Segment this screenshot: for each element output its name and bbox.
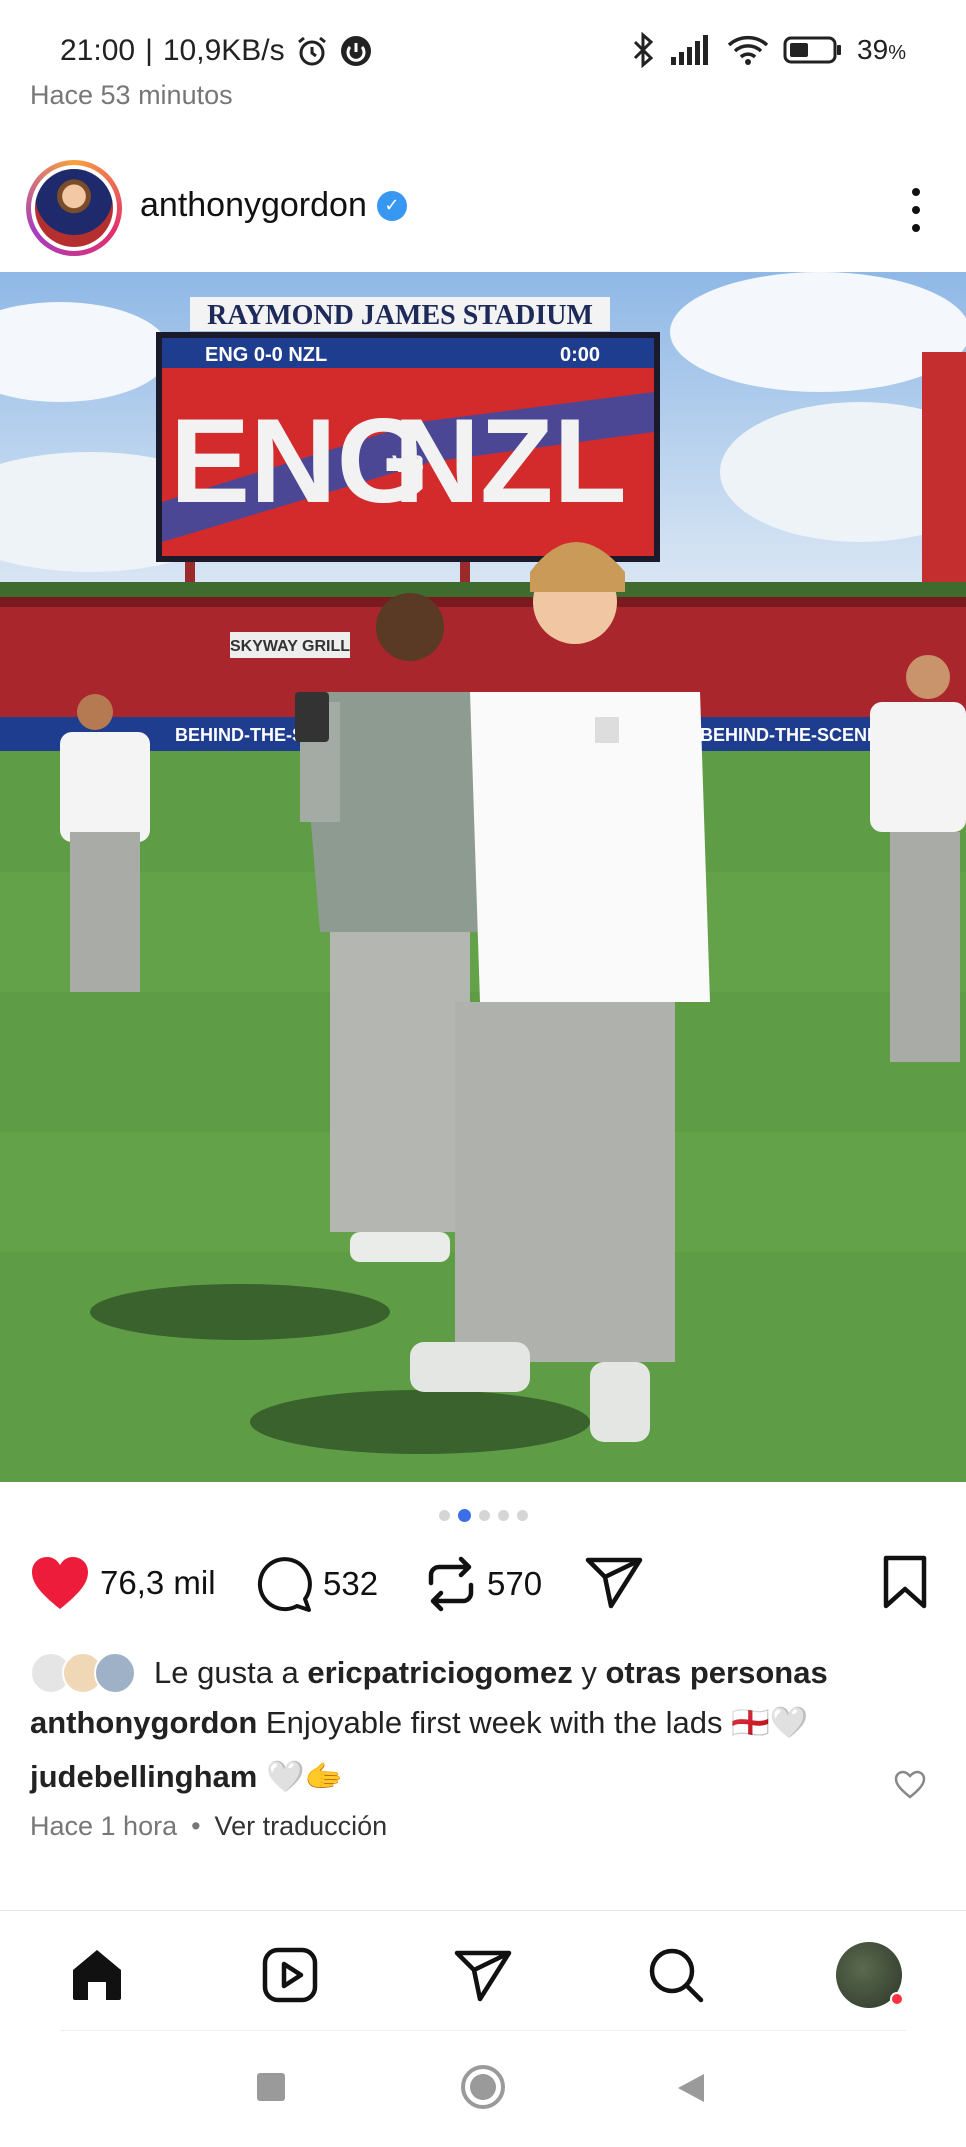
post-author[interactable]: anthonygordon ✓ bbox=[140, 186, 407, 225]
avatar-image bbox=[35, 169, 113, 247]
caption-text: Enjoyable first week with the lads 🏴󠁧󠁢󠁥󠁮… bbox=[257, 1705, 809, 1740]
more-options-icon[interactable] bbox=[906, 188, 926, 232]
search-icon[interactable] bbox=[647, 1946, 705, 2004]
caption-username[interactable]: anthonygordon bbox=[30, 1705, 257, 1740]
comment-icon[interactable] bbox=[255, 1555, 313, 1613]
liked-by-conj: y bbox=[572, 1654, 606, 1690]
notification-dot bbox=[890, 1992, 904, 2006]
carousel-dot-2[interactable] bbox=[457, 1509, 471, 1522]
scoreboard-clock: 0:00 bbox=[560, 344, 600, 366]
heart-filled-icon[interactable] bbox=[30, 1555, 90, 1611]
post-author-avatar[interactable] bbox=[26, 160, 122, 256]
battery-percent: 39 bbox=[857, 34, 889, 65]
carousel-dot-3[interactable] bbox=[478, 1510, 490, 1521]
post-username[interactable]: anthonygordon bbox=[140, 186, 367, 225]
post-image[interactable]: RAYMOND JAMES STADIUM ENG 0-0 NZL 0:00 E… bbox=[0, 272, 966, 1482]
repost-action[interactable]: 570 bbox=[425, 1555, 542, 1613]
alarm-icon bbox=[297, 36, 326, 66]
status-time-group: 21:00 | 10,9KB/s bbox=[60, 34, 373, 68]
carousel-indicator[interactable] bbox=[0, 1509, 966, 1522]
back-icon[interactable] bbox=[676, 2072, 706, 2104]
carousel-dot-5[interactable] bbox=[516, 1510, 528, 1521]
comment-username[interactable]: judebellingham bbox=[30, 1759, 257, 1794]
like-action[interactable]: 76,3 mil bbox=[30, 1555, 216, 1611]
skyway-sign: SKYWAY GRILL bbox=[230, 638, 350, 655]
scoreboard-title: RAYMOND JAMES STADIUM bbox=[207, 300, 593, 331]
clock-time: 21:00 bbox=[60, 34, 136, 67]
status-icons: 39% bbox=[631, 32, 906, 68]
liked-by-line[interactable]: Le gusta a ericpatriciogomez y otras per… bbox=[30, 1650, 950, 1695]
save-action[interactable] bbox=[882, 1555, 928, 1609]
wifi-icon bbox=[727, 35, 769, 65]
liked-by-user[interactable]: ericpatriciogomez bbox=[307, 1655, 572, 1691]
post-photo-illustration: RAYMOND JAMES STADIUM ENG 0-0 NZL 0:00 E… bbox=[0, 272, 966, 1482]
scoreboard-away: NZL bbox=[393, 394, 626, 528]
send-icon[interactable] bbox=[585, 1555, 643, 1609]
comment-action[interactable]: 532 bbox=[255, 1555, 378, 1613]
post-caption: anthonygordon Enjoyable first week with … bbox=[30, 1695, 950, 1751]
home-icon[interactable] bbox=[68, 1946, 126, 2004]
liker-avatar bbox=[94, 1651, 136, 1694]
comment-text: 🤍🫱 bbox=[257, 1759, 344, 1794]
bluetooth-icon bbox=[633, 32, 654, 68]
translate-link[interactable]: Ver traducción bbox=[215, 1811, 388, 1842]
post-time: Hace 1 hora bbox=[30, 1811, 178, 1841]
post-header: anthonygordon ✓ bbox=[0, 160, 966, 270]
carousel-dot-4[interactable] bbox=[497, 1510, 509, 1521]
avatar-inner bbox=[31, 165, 117, 251]
home-button-icon[interactable] bbox=[460, 2064, 506, 2110]
bottom-nav-divider bbox=[0, 1910, 966, 1911]
comment-count[interactable]: 532 bbox=[323, 1565, 378, 1603]
signal-icon bbox=[671, 35, 709, 65]
status-bar: 21:00 | 10,9KB/s 39% bbox=[0, 0, 966, 80]
reels-icon[interactable] bbox=[261, 1946, 319, 2004]
nav-search[interactable] bbox=[641, 1940, 711, 2010]
nav-home[interactable] bbox=[62, 1940, 132, 2010]
repost-icon[interactable] bbox=[425, 1555, 477, 1613]
status-separator: | bbox=[145, 34, 153, 67]
liked-by-prefix: Le gusta a bbox=[154, 1654, 308, 1690]
battery-unit: % bbox=[888, 42, 906, 64]
meta-separator: • bbox=[191, 1811, 201, 1841]
nav-profile[interactable] bbox=[834, 1940, 904, 2010]
post-meta: Hace 1 hora • Ver traducción bbox=[30, 1811, 950, 1842]
nav-messages[interactable] bbox=[448, 1940, 518, 2010]
network-speed: 10,9KB/s bbox=[162, 34, 285, 67]
send-icon[interactable] bbox=[454, 1948, 512, 2002]
battery-icon bbox=[783, 36, 842, 64]
post-caption-area: Le gusta a ericpatriciogomez y otras per… bbox=[30, 1650, 950, 1842]
nav-reels[interactable] bbox=[255, 1940, 325, 2010]
bottom-nav bbox=[0, 1930, 966, 2040]
battery-level: 39% bbox=[857, 34, 906, 66]
liked-by-avatars bbox=[30, 1651, 136, 1694]
verified-badge-icon: ✓ bbox=[376, 190, 407, 221]
repost-count[interactable]: 570 bbox=[487, 1565, 542, 1603]
post-actions: 76,3 mil 532 570 bbox=[0, 1555, 966, 1625]
share-action[interactable] bbox=[585, 1555, 643, 1609]
pitch-banner-right: BEHIND-THE-SCENE bbox=[700, 725, 879, 745]
comment-like-icon[interactable] bbox=[894, 1770, 926, 1800]
vpn-icon bbox=[340, 36, 371, 66]
like-count[interactable]: 76,3 mil bbox=[100, 1564, 216, 1602]
top-comment: judebellingham 🤍🫱 bbox=[30, 1749, 950, 1805]
liked-by-others[interactable]: otras personas bbox=[605, 1655, 827, 1691]
carousel-dot-1[interactable] bbox=[438, 1510, 450, 1521]
system-nav-divider bbox=[60, 2030, 906, 2031]
bookmark-icon[interactable] bbox=[882, 1555, 928, 1609]
system-nav-bar bbox=[0, 2060, 966, 2130]
previous-post-time: Hace 53 minutos bbox=[30, 80, 233, 110]
scoreboard-score: ENG 0-0 NZL bbox=[205, 344, 327, 366]
recents-icon[interactable] bbox=[256, 2072, 286, 2102]
profile-avatar[interactable] bbox=[836, 1942, 904, 2008]
